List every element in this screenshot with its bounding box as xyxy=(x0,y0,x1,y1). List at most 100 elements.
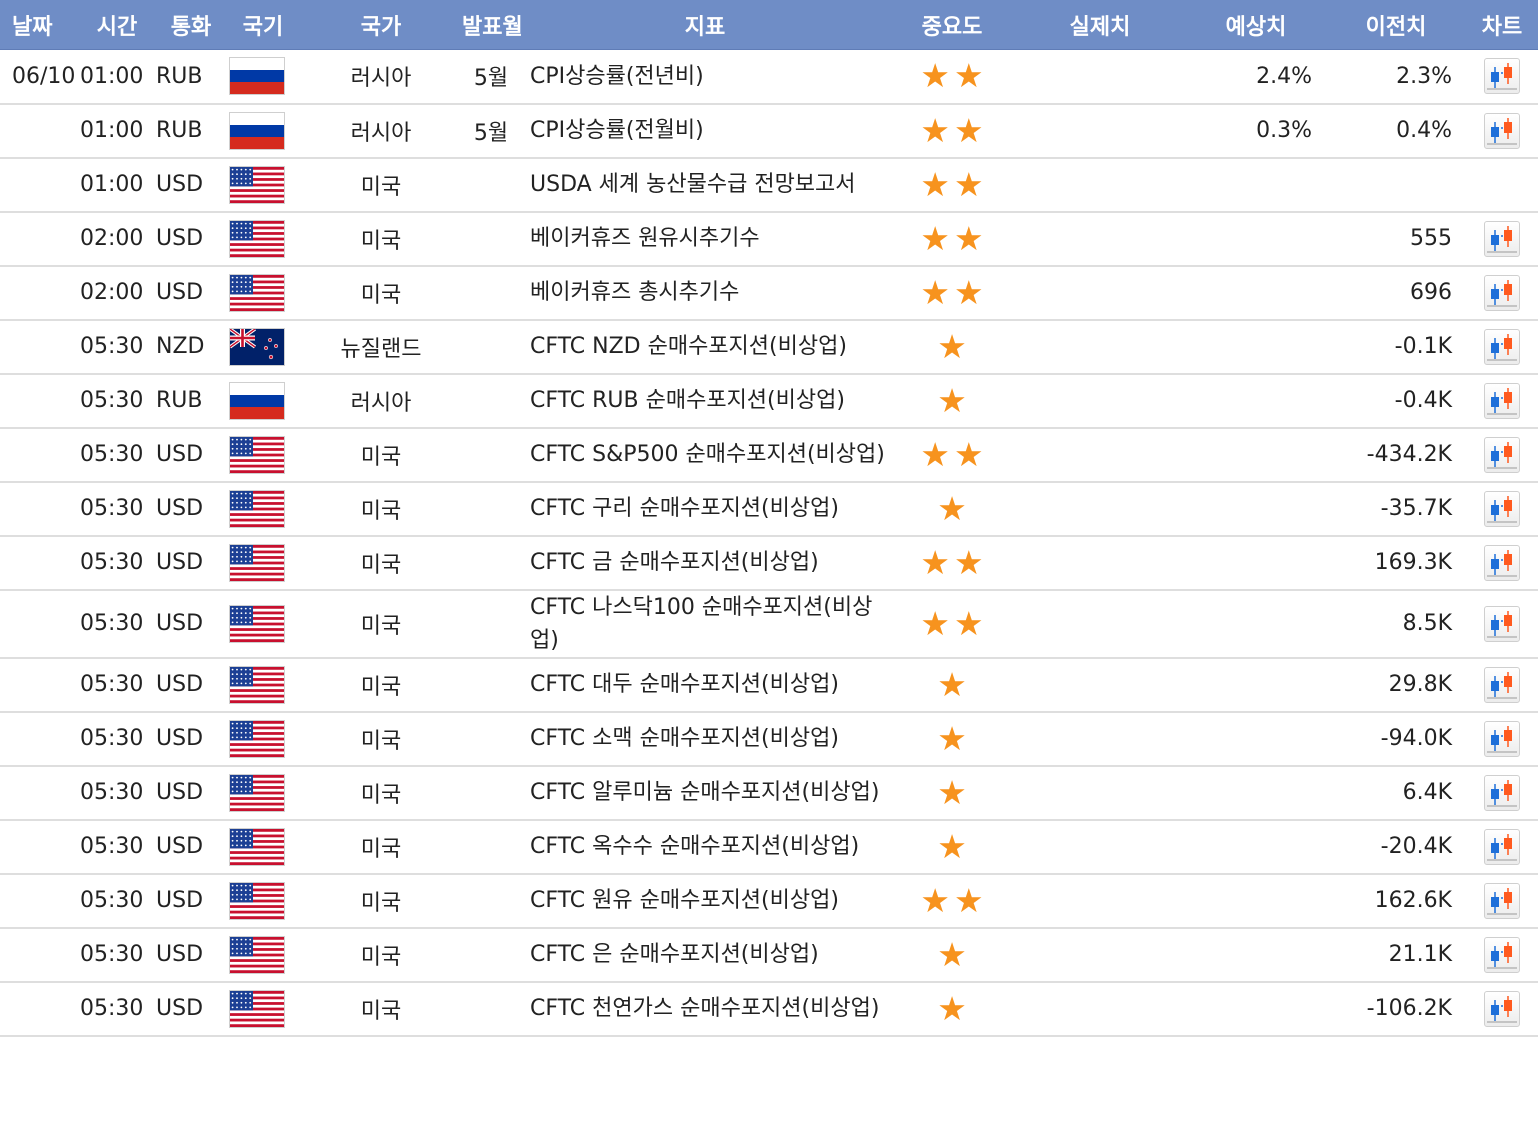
star-icon: ★ xyxy=(937,826,967,866)
currency-cell: NZD xyxy=(156,334,205,359)
indicator-cell[interactable]: CFTC 원유 순매수포지션(비상업) xyxy=(520,874,890,928)
star-icon: ★ xyxy=(937,664,967,704)
star-icon: ★ xyxy=(937,934,967,974)
table-row[interactable]: 05:30 USD 미국 CFTC 소맥 순매수포지션(비상업) ★ -94.0K xyxy=(0,712,1538,766)
indicator-cell[interactable]: CFTC 구리 순매수포지션(비상업) xyxy=(520,482,890,536)
importance-cell: ★ xyxy=(890,374,1014,428)
currency-cell: USD xyxy=(156,726,204,751)
chart-icon[interactable] xyxy=(1484,328,1520,365)
indicator-cell[interactable]: CFTC RUB 순매수포지션(비상업) xyxy=(520,374,890,428)
currency-cell: USD xyxy=(156,550,204,575)
actual-cell xyxy=(1014,266,1186,320)
release-month-cell: 5월 xyxy=(473,120,509,146)
previous-cell: 0.4% xyxy=(1396,118,1452,143)
forecast-cell xyxy=(1186,482,1326,536)
importance-cell: ★ ★ xyxy=(890,590,1014,658)
currency-cell: USD xyxy=(156,996,204,1021)
chart-cell xyxy=(1466,266,1538,320)
forecast-cell xyxy=(1186,158,1326,212)
chart-icon[interactable] xyxy=(1484,720,1520,757)
indicator-cell[interactable]: CFTC 대두 순매수포지션(비상업) xyxy=(520,658,890,712)
table-row[interactable]: 05:30 USD 미국 CFTC 알루미늄 순매수포지션(비상업) ★ 6.4K xyxy=(0,766,1538,820)
chart-icon[interactable] xyxy=(1484,882,1520,919)
table-row[interactable]: 01:00 USD 미국 USDA 세계 농산물수급 전망보고서 ★ ★ xyxy=(0,158,1538,212)
chart-icon[interactable] xyxy=(1484,436,1520,473)
importance-stars: ★ ★ xyxy=(920,168,983,201)
chart-cell xyxy=(1466,874,1538,928)
chart-cell xyxy=(1466,320,1538,374)
previous-cell: -35.7K xyxy=(1380,496,1452,521)
country-cell: 미국 xyxy=(360,836,402,862)
chart-cell xyxy=(1466,536,1538,590)
chart-icon[interactable] xyxy=(1484,544,1520,581)
table-row[interactable]: 01:00 RUB 러시아 5월 CPI상승률(전월비) ★ ★ 0.3% 0.4% xyxy=(0,104,1538,158)
chart-icon[interactable] xyxy=(1484,828,1520,865)
indicator-cell[interactable]: 베이커휴즈 총시추기수 xyxy=(520,266,890,320)
table-row[interactable]: 05:30 USD 미국 CFTC 구리 순매수포지션(비상업) ★ -35.7K xyxy=(0,482,1538,536)
forecast-cell xyxy=(1186,928,1326,982)
table-row[interactable]: 05:30 NZD 뉴질랜드 CFTC NZD 순매수포지션(비상업) ★ -0.1K xyxy=(0,320,1538,374)
chart-icon[interactable] xyxy=(1484,490,1520,527)
chart-icon[interactable] xyxy=(1484,112,1520,149)
flag-cell xyxy=(226,428,300,482)
country-cell: 뉴질랜드 xyxy=(340,336,422,362)
indicator-cell[interactable]: 베이커휴즈 원유시추기수 xyxy=(520,212,890,266)
table-row[interactable]: 06/10 01:00 RUB 러시아 5월 CPI상승률(전년비) ★ ★ 2.4% 2.3% xyxy=(0,50,1538,104)
indicator-cell[interactable]: USDA 세계 농산물수급 전망보고서 xyxy=(520,158,890,212)
table-row[interactable]: 02:00 USD 미국 베이커휴즈 총시추기수 ★ ★ 696 xyxy=(0,266,1538,320)
table-body: 06/10 01:00 RUB 러시아 5월 CPI상승률(전년비) ★ ★ 2.4% 2.3% 0… xyxy=(0,50,1538,1036)
table-row[interactable]: 05:30 USD 미국 CFTC 대두 순매수포지션(비상업) ★ 29.8K xyxy=(0,658,1538,712)
indicator-cell[interactable]: CFTC 알루미늄 순매수포지션(비상업) xyxy=(520,766,890,820)
importance-stars: ★ ★ xyxy=(920,884,983,917)
indicator-cell[interactable]: CFTC 옥수수 순매수포지션(비상업) xyxy=(520,820,890,874)
indicator-cell[interactable]: CFTC 나스닥100 순매수포지션(비상업) xyxy=(520,590,890,658)
header-time: 시간 xyxy=(78,0,156,50)
indicator-cell[interactable]: CFTC S&P500 순매수포지션(비상업) xyxy=(520,428,890,482)
indicator-cell[interactable]: CPI상승률(전년비) xyxy=(520,50,890,104)
date-cell xyxy=(0,482,78,536)
chart-icon[interactable] xyxy=(1484,936,1520,973)
indicator-cell[interactable]: CPI상승률(전월비) xyxy=(520,104,890,158)
indicator-cell[interactable]: CFTC NZD 순매수포지션(비상업) xyxy=(520,320,890,374)
table-row[interactable]: 02:00 USD 미국 베이커휴즈 원유시추기수 ★ ★ 555 xyxy=(0,212,1538,266)
actual-cell xyxy=(1014,50,1186,104)
table-row[interactable]: 05:30 USD 미국 CFTC 금 순매수포지션(비상업) ★ ★ 169.3K xyxy=(0,536,1538,590)
header-flag: 국기 xyxy=(226,0,300,50)
chart-icon[interactable] xyxy=(1484,666,1520,703)
actual-cell xyxy=(1014,712,1186,766)
chart-icon[interactable] xyxy=(1484,382,1520,419)
table-row[interactable]: 05:30 RUB 러시아 CFTC RUB 순매수포지션(비상업) ★ -0.4K xyxy=(0,374,1538,428)
table-row[interactable]: 05:30 USD 미국 CFTC 옥수수 순매수포지션(비상업) ★ -20.4K xyxy=(0,820,1538,874)
table-row[interactable]: 05:30 USD 미국 CFTC S&P500 순매수포지션(비상업) ★ ★ -434.… xyxy=(0,428,1538,482)
actual-cell xyxy=(1014,158,1186,212)
chart-icon[interactable] xyxy=(1484,58,1520,95)
flag-cell xyxy=(226,982,300,1036)
chart-icon[interactable] xyxy=(1484,220,1520,257)
star-icon: ★ xyxy=(937,380,967,420)
actual-cell xyxy=(1014,766,1186,820)
indicator-cell[interactable]: CFTC 은 순매수포지션(비상업) xyxy=(520,928,890,982)
importance-cell: ★ xyxy=(890,928,1014,982)
indicator-cell[interactable]: CFTC 금 순매수포지션(비상업) xyxy=(520,536,890,590)
chart-icon[interactable] xyxy=(1484,274,1520,311)
previous-cell: -0.4K xyxy=(1394,388,1452,413)
importance-stars: ★ ★ xyxy=(920,222,983,255)
flag-cell xyxy=(226,104,300,158)
chart-icon[interactable] xyxy=(1484,774,1520,811)
actual-cell xyxy=(1014,320,1186,374)
table-row[interactable]: 05:30 USD 미국 CFTC 은 순매수포지션(비상업) ★ 21.1K xyxy=(0,928,1538,982)
importance-cell: ★ ★ xyxy=(890,874,1014,928)
header-currency: 통화 xyxy=(156,0,226,50)
indicator-cell[interactable]: CFTC 천연가스 순매수포지션(비상업) xyxy=(520,982,890,1036)
time-cell: 05:30 xyxy=(80,611,144,636)
usa-flag xyxy=(229,543,285,582)
time-cell: 05:30 xyxy=(80,996,144,1021)
table-row[interactable]: 05:30 USD 미국 CFTC 나스닥100 순매수포지션(비상업) ★ ★ 8.5K xyxy=(0,590,1538,658)
table-row[interactable]: 05:30 USD 미국 CFTC 천연가스 순매수포지션(비상업) ★ -106.2K xyxy=(0,982,1538,1036)
chart-icon[interactable] xyxy=(1484,990,1520,1027)
date-cell xyxy=(0,820,78,874)
indicator-cell[interactable]: CFTC 소맥 순매수포지션(비상업) xyxy=(520,712,890,766)
star-icon: ★ xyxy=(954,880,984,920)
table-row[interactable]: 05:30 USD 미국 CFTC 원유 순매수포지션(비상업) ★ ★ 162.6K xyxy=(0,874,1538,928)
chart-icon[interactable] xyxy=(1484,605,1520,642)
